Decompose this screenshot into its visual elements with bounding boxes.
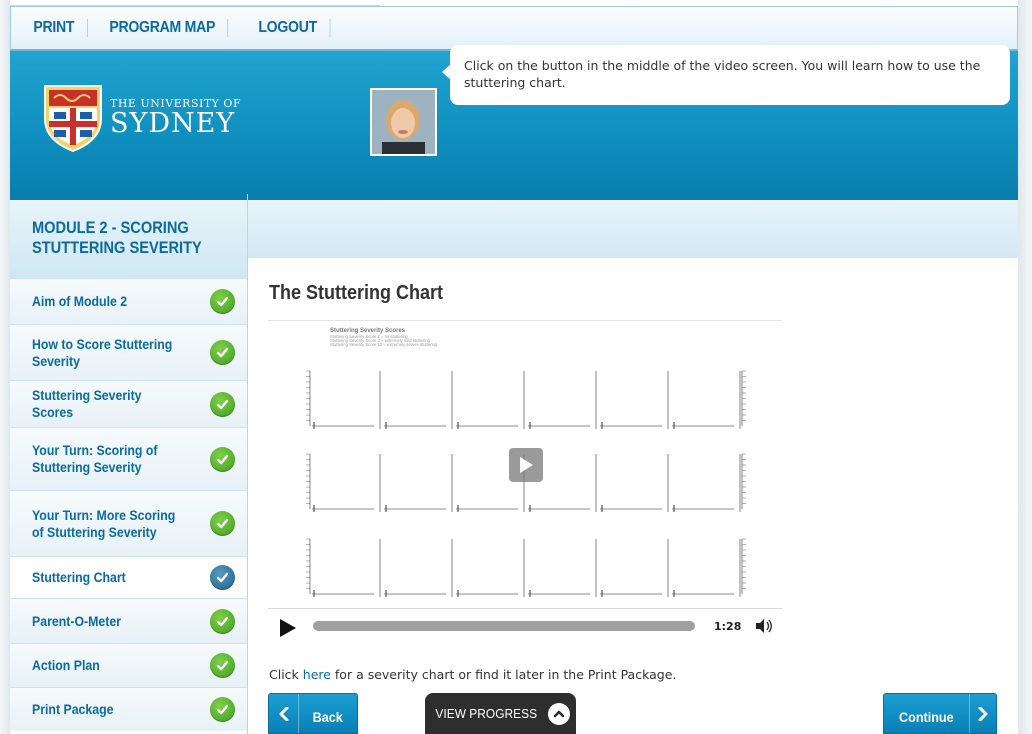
sidebar-item-severity-scores[interactable]: Stuttering Severity Scores	[10, 380, 247, 427]
check-complete-icon	[210, 511, 235, 536]
sidebar-item-parent-o-meter[interactable]: Parent-O-Meter	[10, 598, 247, 643]
play-icon	[520, 457, 533, 473]
severity-chart-link[interactable]: here	[303, 667, 331, 682]
page-title: The Stuttering Chart	[269, 282, 444, 304]
video-controls: 1:28	[268, 608, 782, 642]
page-edge-right	[1018, 0, 1032, 734]
sidebar-item-label: Your Turn: Scoring of Stuttering Severit…	[32, 442, 158, 475]
check-complete-icon	[210, 653, 235, 678]
note-text-post: for a severity chart or find it later in…	[330, 667, 677, 682]
sidebar-item-your-turn-more-scoring[interactable]: Your Turn: More Scoring of Stuttering Se…	[10, 490, 247, 556]
university-crest-icon	[44, 85, 102, 153]
continue-button-label: Continue	[899, 708, 954, 725]
sidebar-item-label: Stuttering Severity Scores	[32, 387, 142, 420]
back-button[interactable]: Back	[268, 693, 358, 734]
chevron-right-icon	[968, 694, 996, 733]
nav-print-link[interactable]: PRINT	[21, 19, 88, 37]
sidebar-item-aim[interactable]: Aim of Module 2	[10, 278, 247, 324]
content-header-band	[248, 194, 1018, 258]
nav-program-map-link[interactable]: PROGRAM MAP	[97, 19, 228, 37]
video-play-overlay-button[interactable]	[509, 448, 543, 482]
presenter-avatar	[370, 88, 437, 156]
sidebar-item-stuttering-chart[interactable]: Stuttering Chart	[10, 556, 247, 598]
check-complete-icon	[210, 697, 235, 722]
sidebar-item-your-turn-scoring[interactable]: Your Turn: Scoring of Stuttering Severit…	[10, 427, 247, 490]
severity-chart-note: Click here for a severity chart or find …	[269, 667, 676, 682]
video-legend-line-3: Stuttering Severity Score 10 = extremely…	[330, 342, 438, 347]
continue-button[interactable]: Continue	[883, 693, 997, 734]
check-complete-icon	[210, 340, 235, 365]
view-progress-button[interactable]: VIEW PROGRESS	[425, 693, 576, 734]
sidebar-item-label: Stuttering Chart	[32, 569, 126, 585]
logo-big-text: SYDNEY	[110, 108, 236, 139]
speech-bubble: Click on the button in the middle of the…	[450, 45, 1010, 105]
sidebar-item-action-plan[interactable]: Action Plan	[10, 643, 247, 687]
volume-icon[interactable]	[754, 618, 774, 634]
sidebar-item-label: Action Plan	[32, 657, 100, 673]
video-time: 1:28	[714, 620, 742, 633]
module-title: MODULE 2 - SCORING STUTTERING SEVERITY	[10, 194, 247, 278]
check-current-icon	[210, 565, 235, 590]
nav-logout-link[interactable]: LOGOUT	[246, 19, 330, 37]
module-title-text: MODULE 2 - SCORING STUTTERING SEVERITY	[32, 218, 202, 257]
back-button-label: Back	[312, 708, 343, 725]
page-edge-left	[0, 0, 10, 734]
sidebar-item-how-to-score[interactable]: How to Score Stuttering Severity	[10, 324, 247, 380]
sidebar-item-label: How to Score Stuttering Severity	[32, 335, 173, 369]
university-logo: THE UNIVERSITY OF SYDNEY	[42, 83, 241, 153]
logo-wordmark: THE UNIVERSITY OF SYDNEY	[110, 98, 241, 138]
sidebar-item-print-package[interactable]: Print Package	[10, 687, 247, 731]
view-progress-label: VIEW PROGRESS	[435, 706, 538, 721]
app-root: PRINT PROGRAM MAP LOGOUT THE UNIVERSITY …	[0, 0, 1032, 734]
check-complete-icon	[210, 289, 235, 314]
play-button-icon[interactable]	[280, 619, 296, 637]
check-complete-icon	[210, 608, 235, 634]
chevron-up-icon	[547, 702, 570, 725]
sidebar-item-label: Parent-O-Meter	[32, 612, 122, 629]
sidebar-item-label: Aim of Module 2	[32, 293, 128, 309]
presenter-photo-icon	[372, 90, 435, 154]
check-complete-icon	[210, 446, 235, 472]
sidebar-item-label: Print Package	[32, 701, 114, 717]
video-seek-bar[interactable]	[313, 621, 695, 631]
note-text-pre: Click	[269, 667, 303, 682]
sidebar-item-label: Your Turn: More Scoring of Stuttering Se…	[32, 506, 176, 540]
chevron-left-icon	[269, 694, 299, 733]
check-complete-icon	[210, 391, 235, 417]
module-sidebar: MODULE 2 - SCORING STUTTERING SEVERITY A…	[10, 194, 248, 734]
